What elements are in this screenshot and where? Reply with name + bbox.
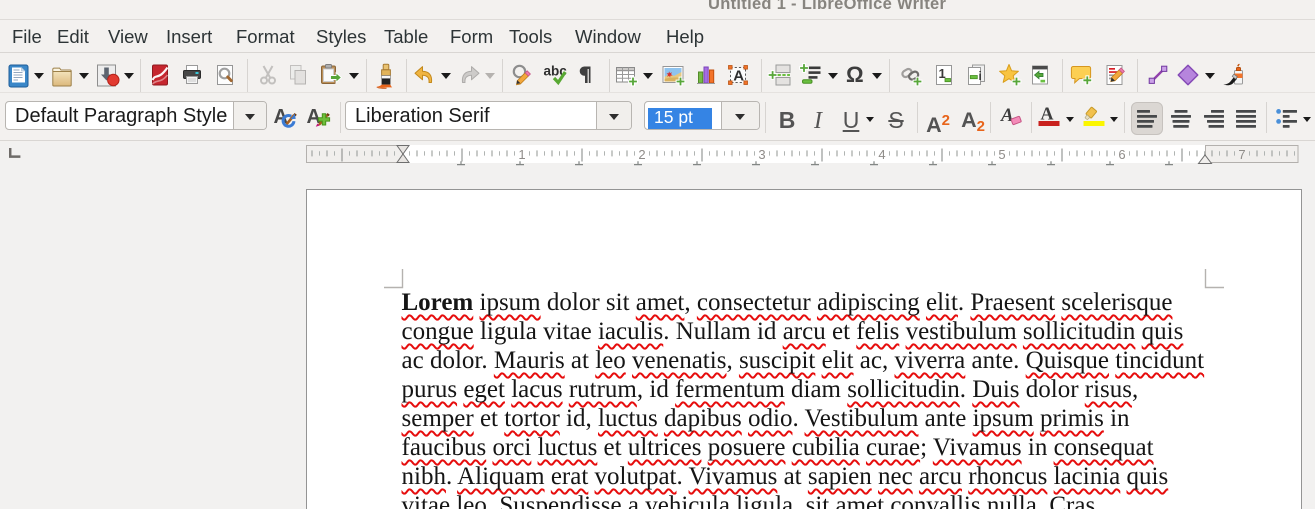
svg-text:A: A (1000, 105, 1014, 126)
svg-text:7: 7 (1238, 147, 1245, 162)
svg-text:Ω: Ω (846, 62, 864, 87)
svg-text:4: 4 (878, 147, 885, 162)
svg-text:6: 6 (1118, 147, 1125, 162)
svg-text:2: 2 (638, 147, 645, 162)
svg-text:1: 1 (518, 147, 525, 162)
svg-text:5: 5 (998, 147, 1005, 162)
svg-text:A: A (1041, 104, 1054, 124)
svg-text:i: i (979, 69, 982, 83)
svg-text:3: 3 (758, 147, 765, 162)
svg-text:A: A (733, 68, 744, 85)
